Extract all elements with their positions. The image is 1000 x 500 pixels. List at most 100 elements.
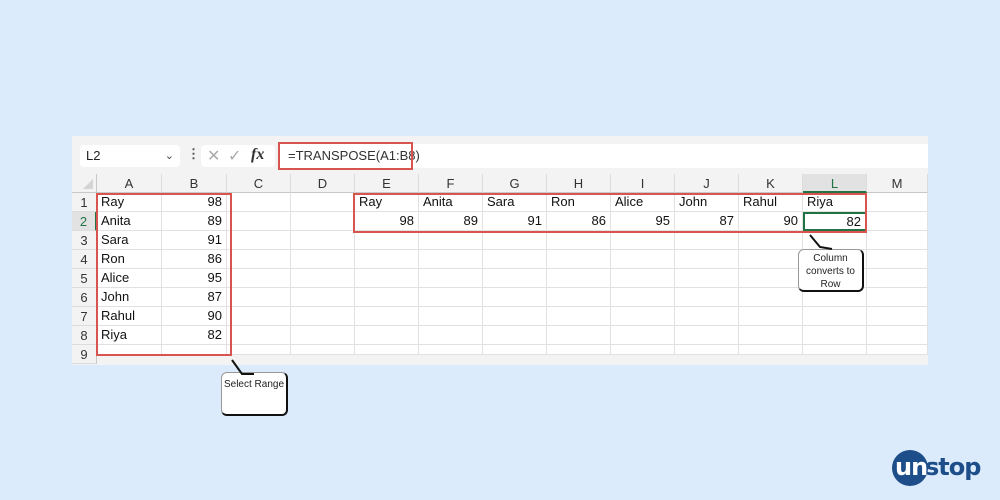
cell-c5[interactable] [227, 269, 291, 288]
vertical-ellipsis-icon[interactable]: ⋮ [187, 146, 200, 162]
cell-b6[interactable]: 87 [162, 288, 227, 307]
cell-f3[interactable] [419, 231, 483, 250]
cell-f2[interactable]: 89 [419, 212, 483, 231]
cell-h5[interactable] [547, 269, 611, 288]
cell-a9[interactable] [97, 345, 162, 355]
cell-m9[interactable] [867, 345, 928, 355]
row-header-2[interactable]: 2 [72, 212, 97, 231]
cell-b8[interactable]: 82 [162, 326, 227, 345]
cell-m7[interactable] [867, 307, 928, 326]
cell-h9[interactable] [547, 345, 611, 355]
fx-icon[interactable]: fx [251, 146, 264, 164]
cell-k5[interactable] [739, 269, 803, 288]
cell-i1[interactable]: Alice [611, 193, 675, 212]
cell-f6[interactable] [419, 288, 483, 307]
cell-d1[interactable] [291, 193, 355, 212]
cell-h8[interactable] [547, 326, 611, 345]
cell-l1[interactable]: Riya [803, 193, 867, 212]
cell-f1[interactable]: Anita [419, 193, 483, 212]
cell-e7[interactable] [355, 307, 419, 326]
cell-j8[interactable] [675, 326, 739, 345]
cell-f4[interactable] [419, 250, 483, 269]
column-header-b[interactable]: B [162, 174, 227, 193]
cell-h7[interactable] [547, 307, 611, 326]
cell-b1[interactable]: 98 [162, 193, 227, 212]
cell-b9[interactable] [162, 345, 227, 355]
cell-m3[interactable] [867, 231, 928, 250]
cell-g3[interactable] [483, 231, 547, 250]
cell-l2[interactable]: 82 [803, 212, 867, 231]
column-header-m[interactable]: M [867, 174, 928, 193]
cell-e9[interactable] [355, 345, 419, 355]
column-header-j[interactable]: J [675, 174, 739, 193]
cell-j4[interactable] [675, 250, 739, 269]
cell-e3[interactable] [355, 231, 419, 250]
cell-f9[interactable] [419, 345, 483, 355]
cell-j7[interactable] [675, 307, 739, 326]
column-header-a[interactable]: A [97, 174, 162, 193]
cell-m4[interactable] [867, 250, 928, 269]
cell-i6[interactable] [611, 288, 675, 307]
cell-c3[interactable] [227, 231, 291, 250]
row-header-4[interactable]: 4 [72, 250, 97, 269]
cell-d5[interactable] [291, 269, 355, 288]
cell-k7[interactable] [739, 307, 803, 326]
cell-d9[interactable] [291, 345, 355, 355]
cell-i9[interactable] [611, 345, 675, 355]
cell-m6[interactable] [867, 288, 928, 307]
cell-d2[interactable] [291, 212, 355, 231]
cell-g5[interactable] [483, 269, 547, 288]
cell-f8[interactable] [419, 326, 483, 345]
row-header-3[interactable]: 3 [72, 231, 97, 250]
cell-a2[interactable]: Anita [97, 212, 162, 231]
cell-e4[interactable] [355, 250, 419, 269]
cell-j2[interactable]: 87 [675, 212, 739, 231]
column-header-l[interactable]: L [803, 174, 867, 193]
cell-m8[interactable] [867, 326, 928, 345]
name-box[interactable]: L2 ⌄ [80, 145, 180, 167]
cell-k9[interactable] [739, 345, 803, 355]
cell-c9[interactable] [227, 345, 291, 355]
cell-d3[interactable] [291, 231, 355, 250]
cell-b3[interactable]: 91 [162, 231, 227, 250]
enter-icon[interactable]: ✓ [228, 146, 241, 166]
cell-j3[interactable] [675, 231, 739, 250]
row-header-5[interactable]: 5 [72, 269, 97, 288]
cell-a1[interactable]: Ray [97, 193, 162, 212]
cell-l7[interactable] [803, 307, 867, 326]
cell-f5[interactable] [419, 269, 483, 288]
cell-m5[interactable] [867, 269, 928, 288]
cell-c4[interactable] [227, 250, 291, 269]
cell-a6[interactable]: John [97, 288, 162, 307]
cell-h1[interactable]: Ron [547, 193, 611, 212]
cell-e2[interactable]: 98 [355, 212, 419, 231]
select-all-corner[interactable] [72, 174, 97, 193]
cell-d7[interactable] [291, 307, 355, 326]
cell-g8[interactable] [483, 326, 547, 345]
cell-k6[interactable] [739, 288, 803, 307]
cell-i7[interactable] [611, 307, 675, 326]
cell-c1[interactable] [227, 193, 291, 212]
cell-i2[interactable]: 95 [611, 212, 675, 231]
cell-e5[interactable] [355, 269, 419, 288]
row-header-8[interactable]: 8 [72, 326, 97, 345]
cell-b5[interactable]: 95 [162, 269, 227, 288]
cell-d8[interactable] [291, 326, 355, 345]
cell-m1[interactable] [867, 193, 928, 212]
cell-a7[interactable]: Rahul [97, 307, 162, 326]
column-header-c[interactable]: C [227, 174, 291, 193]
cell-d6[interactable] [291, 288, 355, 307]
cell-k2[interactable]: 90 [739, 212, 803, 231]
cell-j5[interactable] [675, 269, 739, 288]
cell-g1[interactable]: Sara [483, 193, 547, 212]
cell-m2[interactable] [867, 212, 928, 231]
cell-c8[interactable] [227, 326, 291, 345]
column-header-i[interactable]: I [611, 174, 675, 193]
cell-g9[interactable] [483, 345, 547, 355]
cell-l8[interactable] [803, 326, 867, 345]
cell-i4[interactable] [611, 250, 675, 269]
cell-c2[interactable] [227, 212, 291, 231]
cell-j1[interactable]: John [675, 193, 739, 212]
cell-c7[interactable] [227, 307, 291, 326]
cell-e6[interactable] [355, 288, 419, 307]
